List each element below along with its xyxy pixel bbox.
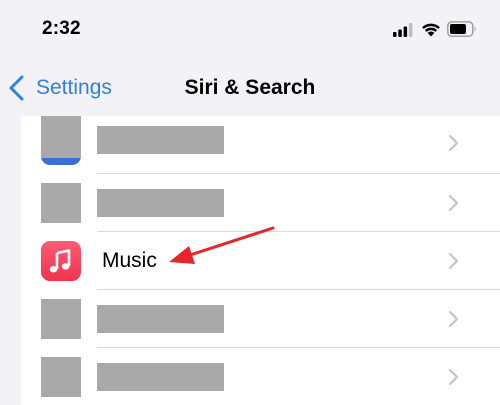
music-note-icon	[49, 249, 71, 273]
chevron-right-icon	[448, 310, 459, 328]
list-item[interactable]	[21, 116, 500, 174]
music-app-icon	[41, 241, 81, 281]
status-time: 2:32	[42, 18, 81, 39]
redacted-label	[97, 305, 224, 333]
list-item[interactable]	[21, 290, 500, 348]
redacted-label	[97, 189, 224, 217]
navigation-bar: Settings Siri & Search	[0, 62, 500, 114]
chevron-right-icon	[448, 194, 459, 212]
app-icon	[41, 357, 81, 397]
music-label: Music	[102, 249, 157, 272]
redacted-label	[97, 126, 224, 154]
signal-icon	[393, 23, 413, 37]
chevron-right-icon	[448, 368, 459, 386]
list-item-music[interactable]: Music	[21, 232, 500, 290]
list-item[interactable]	[21, 348, 500, 405]
battery-icon	[447, 21, 476, 37]
chevron-right-icon	[448, 252, 459, 270]
app-icon	[41, 299, 81, 339]
chevron-right-icon	[448, 134, 459, 152]
list-item[interactable]	[21, 174, 500, 232]
page-title-text: Siri & Search	[184, 76, 316, 99]
app-icon	[41, 116, 81, 165]
wifi-icon	[422, 23, 440, 37]
redacted-label	[97, 363, 224, 391]
status-bar: 2:32	[0, 0, 500, 62]
app-icon	[41, 183, 81, 223]
page-title: Siri & Search	[0, 76, 500, 100]
app-list: Music	[21, 116, 500, 405]
